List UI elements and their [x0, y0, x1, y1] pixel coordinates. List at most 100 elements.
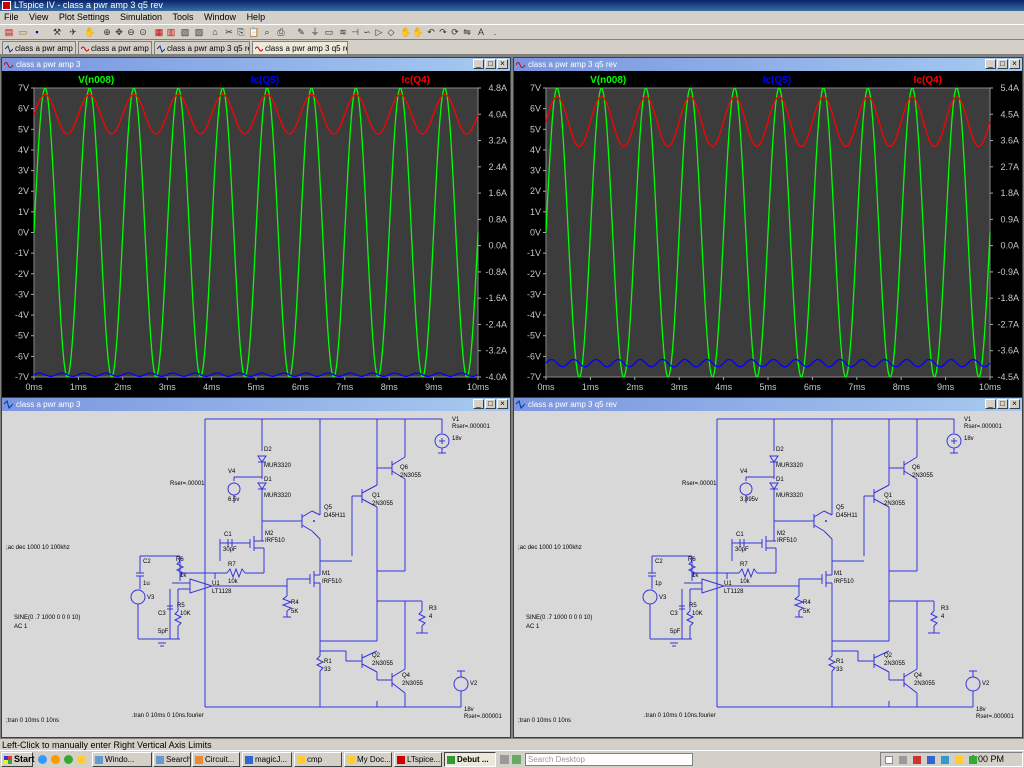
- inductor-icon[interactable]: ∽: [362, 27, 372, 37]
- mark-icon[interactable]: ▧: [194, 27, 204, 37]
- minimize-button[interactable]: _: [473, 59, 484, 69]
- help-icon[interactable]: [500, 755, 509, 764]
- close-button[interactable]: ×: [1009, 59, 1020, 69]
- component-icon[interactable]: ◇: [386, 27, 396, 37]
- copy-icon[interactable]: ⎘: [236, 27, 246, 37]
- firefox-icon[interactable]: [51, 755, 60, 764]
- taskbar-item[interactable]: Search ...: [153, 752, 191, 767]
- menu-plot-settings[interactable]: Plot Settings: [55, 11, 114, 24]
- probe-icon[interactable]: ⌂: [210, 27, 220, 37]
- schematic-canvas[interactable]: V1Rser=.00000118vD2MUR3320D1MUR3320V46.5…: [2, 411, 510, 737]
- resistor-icon[interactable]: ≋: [338, 27, 348, 37]
- text-icon[interactable]: A: [476, 27, 486, 37]
- find-icon[interactable]: ⌕: [262, 27, 272, 37]
- autorange-icon[interactable]: ▦: [154, 27, 164, 37]
- menu-file[interactable]: File: [0, 11, 23, 24]
- new-schematic-icon[interactable]: ▤: [4, 27, 14, 37]
- plot-window-amp3-q5rev[interactable]: class a pwr amp 3 q5 rev _ □ × 7V 6V 5V 4V 3V 2…: [513, 57, 1023, 399]
- folder-icon[interactable]: [77, 755, 86, 764]
- close-button[interactable]: ×: [497, 399, 508, 409]
- maximize-button[interactable]: □: [997, 59, 1008, 69]
- paste-icon[interactable]: 📋: [248, 27, 259, 37]
- minimize-button[interactable]: _: [985, 59, 996, 69]
- zoom-in-icon[interactable]: ⊕: [102, 27, 112, 37]
- trace-label[interactable]: V(n008): [590, 75, 626, 86]
- maximize-button[interactable]: □: [997, 399, 1008, 409]
- spice-directive-icon[interactable]: .: [490, 27, 500, 37]
- trace-label[interactable]: V(n008): [78, 75, 114, 86]
- waveform-plot[interactable]: 7V 6V 5V 4V 3V 2V 1V 0V -1V -2V -3V -4V -5V -6V -7V 4.8…: [2, 71, 510, 398]
- trace-label[interactable]: Ic(Q4): [402, 75, 430, 86]
- trace-label[interactable]: Ic(Q5): [251, 75, 279, 86]
- diode-icon[interactable]: ▷: [374, 27, 384, 37]
- taskbar-item[interactable]: cmp: [294, 752, 342, 767]
- chrome-icon[interactable]: [64, 755, 73, 764]
- menu-simulation[interactable]: Simulation: [116, 11, 166, 24]
- waveform-plot[interactable]: 7V 6V 5V 4V 3V 2V 1V 0V -1V -2V -3V -4V -5V -6V -7V 5.4…: [514, 71, 1022, 398]
- move-icon[interactable]: ✋: [400, 27, 411, 37]
- menu-help[interactable]: Help: [243, 11, 270, 24]
- bluetooth-icon[interactable]: [941, 756, 949, 764]
- pan-icon[interactable]: ✥: [114, 27, 124, 37]
- taskbar-item[interactable]: My Doc...: [344, 752, 392, 767]
- run-icon[interactable]: ✈: [68, 27, 78, 37]
- trace-label[interactable]: Ic(Q5): [763, 75, 791, 86]
- wire-icon[interactable]: ✎: [296, 27, 306, 37]
- tab-waveform-amp3-q5rev[interactable]: class a pwr amp 3 q5 rev: [252, 41, 348, 54]
- ground-icon[interactable]: ⏚: [310, 27, 320, 37]
- antivirus-icon[interactable]: [913, 756, 921, 764]
- notification-icon[interactable]: [955, 756, 963, 764]
- mirror-icon[interactable]: ⇋: [462, 27, 472, 37]
- label-net-icon[interactable]: ▭: [324, 27, 334, 37]
- update-icon[interactable]: [969, 756, 977, 764]
- taskbar-item[interactable]: magicJ...: [242, 752, 292, 767]
- zoom-out-icon[interactable]: ⊖: [126, 27, 136, 37]
- plot-window-amp3[interactable]: class a pwr amp 3 _ □ × 7V 6V 5V 4V 3V 2V 1V 0V -1…: [1, 57, 511, 399]
- ie-icon[interactable]: [38, 755, 47, 764]
- tab-schematic-amp3-q5rev[interactable]: class a pwr amp 3 q5 rev: [154, 41, 250, 54]
- drag-icon[interactable]: ✋: [412, 27, 423, 37]
- taskbar-item[interactable]: Windo...: [92, 752, 152, 767]
- plot-window-title-bar[interactable]: class a pwr amp 3 q5 rev _ □ ×: [514, 58, 1022, 71]
- schematic-window-title-bar[interactable]: class a pwr amp 3 q5 rev _ □ ×: [514, 398, 1022, 411]
- undo-icon[interactable]: ↶: [426, 27, 436, 37]
- network-icon[interactable]: [899, 756, 907, 764]
- transistor-q5[interactable]: [825, 520, 827, 522]
- desktop-search-icon[interactable]: [512, 755, 521, 764]
- maximize-button[interactable]: □: [485, 59, 496, 69]
- schematic-window-amp3-q5rev[interactable]: class a pwr amp 3 q5 rev _ □ × V1 Rser=.000…: [513, 397, 1023, 738]
- media-icon[interactable]: [885, 756, 893, 764]
- control-panel-icon[interactable]: ⚒: [52, 27, 62, 37]
- schematic-window-title-bar[interactable]: class a pwr amp 3 _ □ ×: [2, 398, 510, 411]
- schematic-canvas[interactable]: V1Rser=.00000118vD2MUR3320D1MUR3320V43.8…: [514, 411, 1022, 737]
- desktop-search-input[interactable]: Search Desktop: [525, 753, 693, 766]
- open-icon[interactable]: ▭: [18, 27, 28, 37]
- capacitor-icon[interactable]: ⊣: [350, 27, 360, 37]
- pick-visible-traces-icon[interactable]: ▨: [180, 27, 190, 37]
- menu-window[interactable]: Window: [200, 11, 240, 24]
- transistor-q5[interactable]: [313, 520, 315, 522]
- close-button[interactable]: ×: [1009, 399, 1020, 409]
- close-button[interactable]: ×: [497, 59, 508, 69]
- rotate-icon[interactable]: ⟳: [450, 27, 460, 37]
- start-button[interactable]: Start: [1, 752, 35, 767]
- redo-icon[interactable]: ↷: [438, 27, 448, 37]
- save-icon[interactable]: ▪: [32, 27, 42, 37]
- menu-tools[interactable]: Tools: [169, 11, 198, 24]
- tab-waveform-amp3[interactable]: class a pwr amp 3: [78, 41, 152, 54]
- tab-schematic-amp3[interactable]: class a pwr amp 3: [2, 41, 76, 54]
- minimize-button[interactable]: _: [473, 399, 484, 409]
- zoom-fit-icon[interactable]: ⊙: [138, 27, 148, 37]
- plot-window-title-bar[interactable]: class a pwr amp 3 _ □ ×: [2, 58, 510, 71]
- taskbar-item[interactable]: Debut ...: [444, 752, 496, 767]
- taskbar-item[interactable]: LTspice...: [394, 752, 442, 767]
- minimize-button[interactable]: _: [985, 399, 996, 409]
- cut-icon[interactable]: ✂: [224, 27, 234, 37]
- halt-icon[interactable]: ✋: [84, 27, 95, 37]
- menu-view[interactable]: View: [25, 11, 52, 24]
- grid-icon[interactable]: ▥: [166, 27, 176, 37]
- taskbar-item[interactable]: Circuit...: [192, 752, 240, 767]
- print-icon[interactable]: ⎙: [276, 27, 286, 37]
- volume-icon[interactable]: [927, 756, 935, 764]
- maximize-button[interactable]: □: [485, 399, 496, 409]
